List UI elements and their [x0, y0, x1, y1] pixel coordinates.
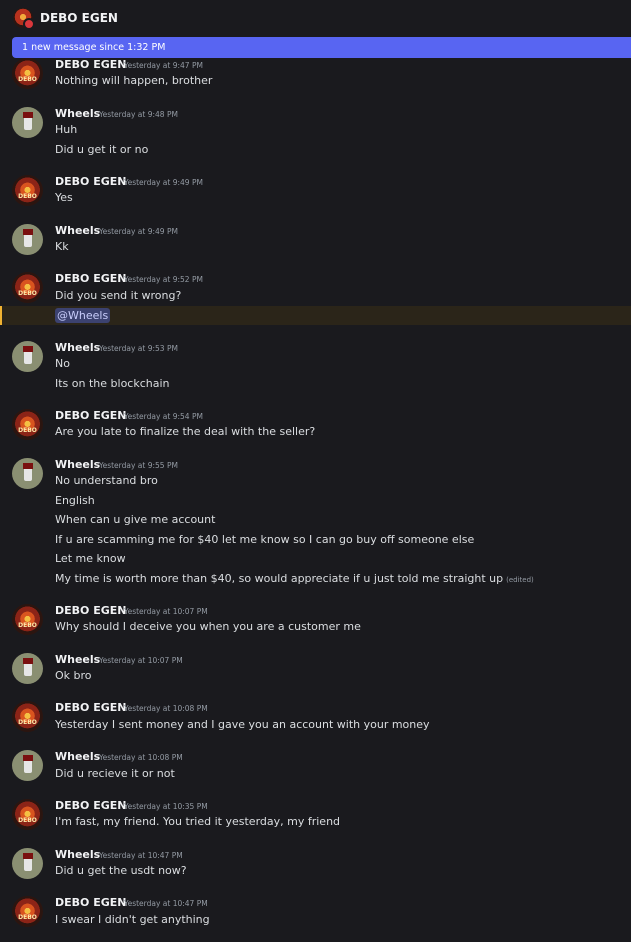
edited-label: (edited)	[506, 576, 534, 584]
message-text: No	[55, 357, 70, 370]
status-dot-icon	[23, 18, 35, 30]
username[interactable]: DEBO EGEN	[55, 701, 126, 714]
timestamp: Yesterday at 10:47 PM	[124, 899, 208, 908]
username[interactable]: DEBO EGEN	[55, 58, 126, 71]
avatar[interactable]	[12, 341, 43, 372]
timestamp: Yesterday at 10:07 PM	[124, 607, 208, 616]
new-messages-text: 1 new message since 1:32 PM	[22, 42, 166, 53]
timestamp: Yesterday at 10:08 PM	[99, 753, 183, 762]
username[interactable]: DEBO EGEN	[55, 272, 126, 285]
avatar[interactable]	[12, 175, 43, 206]
message-text: Its on the blockchain	[55, 377, 170, 390]
timestamp: Yesterday at 9:47 PM	[124, 61, 203, 70]
avatar[interactable]	[12, 750, 43, 781]
username[interactable]: DEBO EGEN	[55, 799, 126, 812]
timestamp: Yesterday at 9:49 PM	[124, 178, 203, 187]
avatar[interactable]	[12, 224, 43, 255]
avatar[interactable]	[12, 799, 43, 830]
username[interactable]: Wheels	[55, 458, 100, 471]
username[interactable]: DEBO EGEN	[55, 175, 126, 188]
timestamp: Yesterday at 9:53 PM	[99, 344, 178, 353]
timestamp: Yesterday at 9:49 PM	[99, 227, 178, 236]
timestamp: Yesterday at 10:08 PM	[124, 704, 208, 713]
message-text: If u are scamming me for $40 let me know…	[55, 533, 475, 546]
channel-header: DEBO EGEN	[0, 0, 631, 36]
message-text: Did u get it or no	[55, 143, 149, 156]
message-text: When can u give me account	[55, 513, 216, 526]
message-text: Did you send it wrong?	[55, 289, 182, 302]
avatar[interactable]	[12, 701, 43, 732]
message-text: No understand bro	[55, 474, 158, 487]
message-text-content: My time is worth more than $40, so would…	[55, 572, 504, 585]
avatar[interactable]	[12, 896, 43, 927]
message-text: I swear I didn't get anything	[55, 913, 210, 926]
avatar[interactable]	[12, 107, 43, 138]
header-avatar[interactable]	[13, 8, 35, 30]
timestamp: Yesterday at 9:48 PM	[99, 110, 178, 119]
message-text: Huh	[55, 123, 78, 136]
message-text: Nothing will happen, brother	[55, 74, 213, 87]
timestamp: Yesterday at 9:55 PM	[99, 461, 178, 470]
username[interactable]: DEBO EGEN	[55, 896, 126, 909]
timestamp: Yesterday at 10:07 PM	[99, 656, 183, 665]
username[interactable]: DEBO EGEN	[55, 409, 126, 422]
avatar[interactable]	[12, 604, 43, 635]
timestamp: Yesterday at 9:54 PM	[124, 412, 203, 421]
username[interactable]: Wheels	[55, 750, 100, 763]
timestamp: Yesterday at 9:52 PM	[124, 275, 203, 284]
username[interactable]: Wheels	[55, 341, 100, 354]
message-text: Yes	[55, 191, 73, 204]
username[interactable]: Wheels	[55, 107, 100, 120]
mention-highlight: @Wheels	[0, 306, 631, 325]
message-text: Are you late to finalize the deal with t…	[55, 425, 316, 438]
new-messages-banner[interactable]: 1 new message since 1:32 PM	[12, 37, 631, 58]
username[interactable]: Wheels	[55, 224, 100, 237]
message-text: Why should I deceive you when you are a …	[55, 620, 361, 633]
channel-title: DEBO EGEN	[40, 11, 118, 25]
avatar[interactable]	[12, 458, 43, 489]
message-text: Let me know	[55, 552, 126, 565]
message-text: English	[55, 494, 95, 507]
message-text: Did u recieve it or not	[55, 767, 175, 780]
message-text: Yesterday I sent money and I gave you an…	[55, 718, 430, 731]
username[interactable]: Wheels	[55, 848, 100, 861]
message-text: Did u get the usdt now?	[55, 864, 187, 877]
avatar[interactable]	[12, 848, 43, 879]
message-text: My time is worth more than $40, so would…	[55, 572, 534, 585]
timestamp: Yesterday at 10:35 PM	[124, 802, 208, 811]
message-text: Kk	[55, 240, 69, 253]
timestamp: Yesterday at 10:47 PM	[99, 851, 183, 860]
username[interactable]: DEBO EGEN	[55, 604, 126, 617]
avatar[interactable]	[12, 58, 43, 89]
message-text: I'm fast, my friend. You tried it yester…	[55, 815, 341, 828]
avatar[interactable]	[12, 653, 43, 684]
message-text: Ok bro	[55, 669, 92, 682]
avatar[interactable]	[12, 272, 43, 303]
user-mention[interactable]: @Wheels	[55, 308, 111, 323]
username[interactable]: Wheels	[55, 653, 100, 666]
avatar[interactable]	[12, 409, 43, 440]
